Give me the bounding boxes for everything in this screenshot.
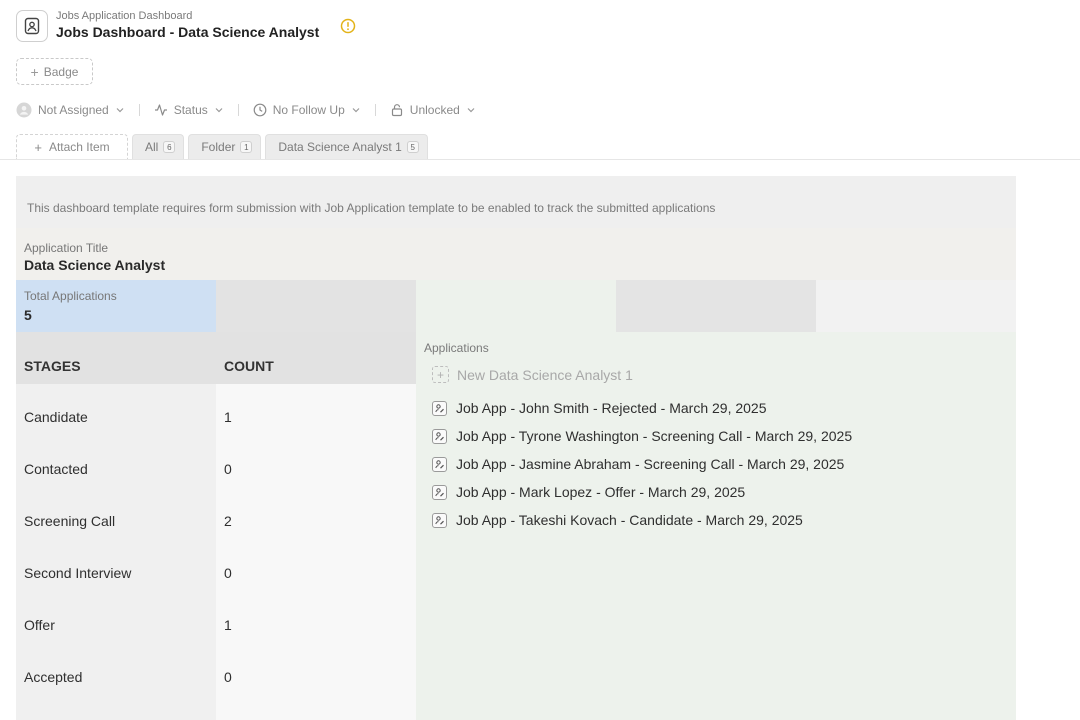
notice-text: This dashboard template requires form su… [27, 201, 716, 215]
add-badge-button[interactable]: + Badge [16, 58, 93, 85]
stage-count: 2 [224, 513, 232, 529]
stages-header-label: STAGES [24, 358, 81, 374]
form-document-icon [432, 400, 447, 416]
applications-label: Applications [424, 341, 489, 355]
unlock-icon [391, 104, 402, 117]
divider [237, 104, 239, 116]
total-applications-label: Total Applications [24, 289, 117, 303]
chevron-down-icon [467, 108, 475, 113]
follow-up-dropdown[interactable]: No Follow Up [253, 103, 361, 117]
tab-bar: + Attach Item All 6 Folder 1 Data Scienc… [16, 134, 428, 159]
application-title: Job App - John Smith - Rejected - March … [456, 400, 767, 416]
stage-count: 1 [224, 617, 232, 633]
application-title: Job App - Takeshi Kovach - Candidate - M… [456, 512, 803, 528]
chevron-down-icon [352, 108, 360, 113]
stage-name: Offer [24, 617, 55, 633]
tab-count-badge: 6 [163, 141, 176, 153]
application-title-label: Application Title [24, 241, 109, 255]
application-item[interactable]: Job App - Tyrone Washington - Screening … [432, 428, 852, 444]
badge-button-label: Badge [43, 64, 79, 79]
stage-name: Contacted [24, 461, 88, 477]
page-title[interactable]: Jobs Dashboard - Data Science Analyst [56, 22, 319, 42]
application-item[interactable]: Job App - Takeshi Kovach - Candidate - M… [432, 512, 803, 528]
stage-count: 0 [224, 669, 232, 685]
page-header: Jobs Application Dashboard Jobs Dashboar… [16, 10, 319, 42]
tab-label: Folder [201, 140, 236, 154]
total-applications-cell[interactable]: Total Applications 5 [16, 280, 216, 332]
empty-cell [616, 280, 816, 332]
assignee-label: Not Assigned [38, 103, 109, 117]
stage-name: Second Interview [24, 565, 132, 581]
new-application-label: New Data Science Analyst 1 [457, 366, 633, 383]
divider [138, 104, 140, 116]
form-document-icon [432, 512, 447, 528]
follow-up-label: No Follow Up [272, 103, 345, 117]
stage-count: 1 [224, 409, 232, 425]
application-title-value: Data Science Analyst [24, 257, 166, 273]
tab-count-badge: 1 [240, 141, 253, 153]
breadcrumb[interactable]: Jobs Application Dashboard [56, 10, 319, 22]
lock-label: Unlocked [409, 103, 460, 117]
clock-icon [253, 103, 267, 117]
application-title-cell[interactable]: Application Title Data Science Analyst [16, 228, 1016, 280]
plus-icon: + [30, 63, 39, 80]
contact-card-icon[interactable] [16, 10, 48, 42]
plus-icon: + [432, 366, 449, 383]
form-document-icon [432, 484, 447, 500]
empty-cell [416, 280, 616, 332]
stage-name: Accepted [24, 669, 83, 685]
stage-count: 0 [224, 565, 232, 581]
tab-label: Data Science Analyst 1 [278, 140, 402, 154]
warning-circle-icon[interactable] [340, 18, 356, 34]
stages-header: STAGES [16, 332, 216, 384]
divider [374, 104, 376, 116]
template-notice: This dashboard template requires form su… [16, 176, 1016, 228]
tab-data-science-analyst-1[interactable]: Data Science Analyst 1 5 [265, 134, 428, 159]
status-dropdown[interactable]: Status [154, 103, 224, 117]
application-item[interactable]: Job App - Mark Lopez - Offer - March 29,… [432, 484, 745, 500]
properties-bar: Not Assigned Status No Follow Up Unlocke… [16, 101, 476, 119]
plus-icon: + [34, 139, 42, 155]
form-document-icon [432, 428, 447, 444]
stages-column: STAGES Candidate Contacted Screening Cal… [16, 332, 216, 720]
activity-icon [154, 104, 167, 116]
lock-dropdown[interactable]: Unlocked [390, 103, 476, 117]
chevron-down-icon [116, 108, 124, 113]
stage-name: Screening Call [24, 513, 116, 529]
stage-count: 0 [224, 461, 232, 477]
chevron-down-icon [215, 108, 223, 113]
tabs-divider [0, 159, 1080, 160]
new-application-button[interactable]: + New Data Science Analyst 1 [432, 366, 633, 383]
applications-panel: Applications + New Data Science Analyst … [416, 332, 1016, 720]
stage-name: Candidate [24, 409, 88, 425]
user-avatar-icon [16, 102, 32, 118]
attach-item-button[interactable]: + Attach Item [16, 134, 128, 159]
tab-folder[interactable]: Folder 1 [188, 134, 262, 159]
application-item[interactable]: Job App - John Smith - Rejected - March … [432, 400, 767, 416]
empty-cell [816, 280, 1016, 332]
empty-cell [216, 280, 416, 332]
count-header: COUNT [216, 332, 416, 384]
count-header-label: COUNT [224, 358, 274, 374]
total-applications-value: 5 [24, 307, 32, 323]
tab-count-badge: 5 [406, 141, 419, 153]
attach-item-label: Attach Item [48, 140, 110, 154]
dashboard-panel: This dashboard template requires form su… [16, 176, 1016, 720]
form-document-icon [432, 456, 447, 472]
status-label: Status [173, 103, 208, 117]
count-column: COUNT 1 0 2 0 1 0 [216, 332, 416, 720]
application-title: Job App - Tyrone Washington - Screening … [456, 428, 853, 444]
application-item[interactable]: Job App - Jasmine Abraham - Screening Ca… [432, 456, 844, 472]
application-title: Job App - Jasmine Abraham - Screening Ca… [456, 456, 845, 472]
assignee-dropdown[interactable]: Not Assigned [16, 102, 125, 118]
tab-all[interactable]: All 6 [132, 134, 185, 159]
application-title: Job App - Mark Lopez - Offer - March 29,… [456, 484, 746, 500]
tab-label: All [145, 140, 159, 154]
